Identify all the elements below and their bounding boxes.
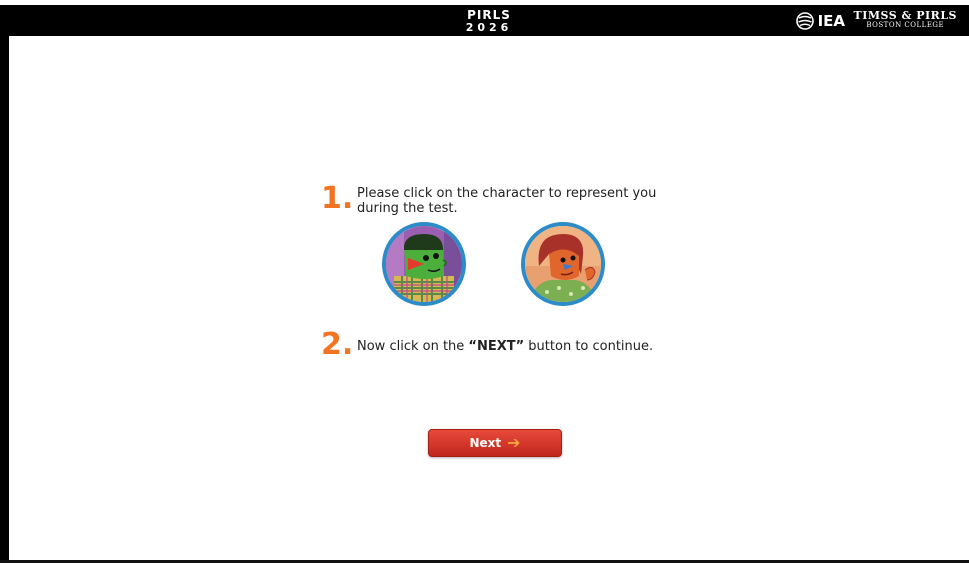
next-button[interactable]: Next ➔ [428, 429, 562, 457]
step-1-line-1: Please click on the character to represe… [357, 186, 657, 201]
step-2-text-after: button to continue. [524, 339, 654, 354]
step-2-number: 2. [321, 327, 354, 362]
step-1-number: 1. [321, 181, 354, 216]
step-2-next-keyword: “NEXT” [468, 339, 525, 354]
step-2-text-before: Now click on the [357, 339, 469, 354]
instruction-step-1: 1. Please click on the character to repr… [321, 181, 656, 217]
green-face-character-icon [386, 226, 462, 302]
step-1-line-2: during the test. [357, 201, 458, 216]
boy-character-avatar[interactable] [382, 222, 466, 306]
iea-globe-icon [795, 12, 814, 30]
orange-face-character-icon [525, 226, 601, 302]
arrow-right-icon: ➔ [507, 433, 521, 452]
boston-college-label: BOSTON COLLEGE [866, 20, 945, 29]
step-2-text: Now click on the “NEXT” button to contin… [357, 339, 653, 354]
next-button-label: Next [469, 436, 502, 450]
step-1-text: Please click on the character to represe… [357, 186, 656, 216]
girl-character-avatar[interactable] [521, 222, 605, 306]
timss-pirls-logo: TIMSS & PIRLS BOSTON COLLEGE [854, 10, 957, 29]
iea-label: IEA [817, 12, 845, 30]
iea-logo: IEA [795, 11, 845, 31]
timss-pirls-label: TIMSS & PIRLS [853, 9, 957, 22]
instruction-step-2: 2. Now click on the “NEXT” button to con… [321, 330, 653, 360]
header-bar: PIRLS 2026 IEA TIMSS & PIRLS BOSTON COLL… [9, 5, 969, 36]
left-border [0, 5, 9, 560]
